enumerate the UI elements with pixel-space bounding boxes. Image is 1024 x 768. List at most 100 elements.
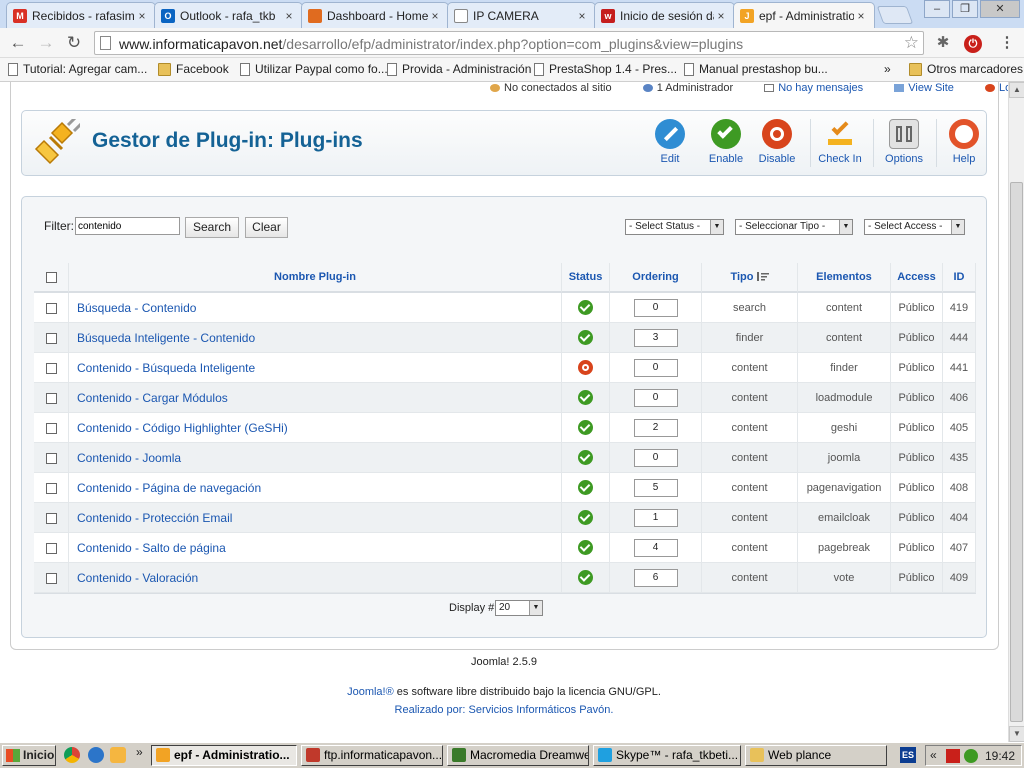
taskbar-item[interactable]: Web plance (745, 745, 887, 766)
plugin-name-link[interactable]: Contenido - Salto de página (69, 533, 562, 563)
plugin-name-link[interactable]: Contenido - Joomla (69, 443, 562, 473)
browser-tab[interactable]: Jepf - Administratio × (733, 2, 875, 29)
enabled-status-icon[interactable] (578, 510, 593, 526)
ordering-input[interactable]: 4 (633, 538, 678, 557)
joomla-link[interactable]: Joomla!® (347, 686, 394, 698)
filter-input[interactable] (75, 217, 180, 235)
access-select[interactable]: - Select Access - ▼ (864, 219, 965, 235)
language-indicator[interactable]: ES (900, 747, 916, 763)
enabled-status-icon[interactable] (578, 540, 593, 556)
enabled-status-icon[interactable] (578, 570, 593, 586)
scroll-down-icon[interactable]: ▼ (1009, 726, 1024, 742)
menu-icon[interactable]: ⋮ (996, 32, 1018, 54)
close-tab-icon[interactable]: × (135, 9, 149, 23)
checkin-button[interactable]: Check In (812, 117, 868, 173)
row-checkbox[interactable] (45, 542, 57, 554)
quicklaunch-overflow-icon[interactable]: » (136, 745, 143, 759)
show-desktop-icon[interactable] (110, 747, 126, 763)
select-all-checkbox[interactable] (45, 271, 57, 283)
ordering-input[interactable]: 6 (633, 568, 678, 587)
bookmark-item[interactable]: Tutorial: Agregar cam... (8, 62, 147, 76)
close-tab-icon[interactable]: × (282, 9, 296, 23)
column-header-tipo[interactable]: Tipo (702, 263, 798, 293)
bookmark-item[interactable]: Provida - Administración (387, 62, 531, 76)
enabled-status-icon[interactable] (578, 390, 593, 406)
ordering-input[interactable]: 0 (633, 448, 678, 467)
extension-icon[interactable]: ✱ (932, 32, 954, 54)
status-select[interactable]: - Select Status - ▼ (625, 219, 724, 235)
view-site-link[interactable]: View Site (908, 82, 954, 94)
close-tab-icon[interactable]: × (575, 9, 589, 23)
page-scrollbar[interactable]: ▲ ▼ (1008, 82, 1024, 742)
bookmarks-overflow-icon[interactable]: » (884, 62, 891, 76)
plugin-name-link[interactable]: Contenido - Valoración (69, 563, 562, 593)
row-checkbox[interactable] (45, 512, 57, 524)
close-tab-icon[interactable]: × (714, 9, 728, 23)
scrollbar-thumb[interactable] (1010, 182, 1023, 722)
logout-link[interactable]: Log out (999, 82, 1008, 94)
other-bookmarks-folder[interactable]: Otros marcadores (909, 62, 1023, 76)
chrome-quicklaunch-icon[interactable] (64, 747, 80, 763)
help-button[interactable]: Help (936, 117, 992, 173)
plugin-name-link[interactable]: Búsqueda - Contenido (69, 293, 562, 323)
display-count-select[interactable]: 20 ▼ (495, 600, 543, 616)
bookmark-item[interactable]: Utilizar Paypal como fo... (240, 62, 388, 76)
column-header-ordering[interactable]: Ordering (610, 263, 702, 293)
maximize-button[interactable]: ❐ (952, 0, 978, 18)
enabled-status-icon[interactable] (578, 480, 593, 496)
start-button[interactable]: Inicio (2, 745, 56, 766)
browser-tab[interactable]: w Inicio de sesión da × (594, 2, 735, 28)
enabled-status-icon[interactable] (578, 330, 593, 346)
close-tab-icon[interactable]: × (428, 9, 442, 23)
ordering-input[interactable]: 5 (633, 478, 678, 497)
ordering-input[interactable]: 0 (633, 358, 678, 377)
clear-button[interactable]: Clear (245, 217, 288, 238)
browser-tab[interactable]: IP CAMERA × (447, 2, 596, 28)
plugin-name-link[interactable]: Contenido - Página de navegación (69, 473, 562, 503)
taskbar-item[interactable]: Skype™ - rafa_tkbeti... (593, 745, 741, 766)
browser-tab[interactable]: Dashboard - Home × (301, 2, 449, 28)
row-checkbox[interactable] (45, 452, 57, 464)
browser-tab[interactable]: M Recibidos - rafasim × (6, 2, 156, 28)
row-checkbox[interactable] (45, 362, 57, 374)
browser-tab[interactable]: O Outlook - rafa_tkb × (154, 2, 303, 28)
credit-link[interactable]: Servicios Informáticos Pavón. (469, 704, 614, 716)
bookmark-star-icon[interactable]: ☆ (904, 33, 919, 53)
ordering-input[interactable]: 3 (633, 328, 678, 347)
bookmark-item[interactable]: Facebook (158, 62, 229, 76)
column-header-name[interactable]: Nombre Plug-in (69, 263, 562, 293)
disable-button[interactable]: Disable (749, 117, 805, 173)
enabled-status-icon[interactable] (578, 300, 593, 316)
plugin-name-link[interactable]: Contenido - Cargar Módulos (69, 383, 562, 413)
plugin-name-link[interactable]: Contenido - Código Highlighter (GeSHi) (69, 413, 562, 443)
plugin-name-link[interactable]: Contenido - Búsqueda Inteligente (69, 353, 562, 383)
column-header-elementos[interactable]: Elementos (798, 263, 891, 293)
close-tab-icon[interactable]: × (854, 9, 868, 23)
row-checkbox[interactable] (45, 422, 57, 434)
search-button[interactable]: Search (185, 217, 239, 238)
type-select[interactable]: - Seleccionar Tipo - ▼ (735, 219, 853, 235)
close-window-button[interactable]: ✕ (980, 0, 1020, 18)
address-bar[interactable]: www.informaticapavon.net/desarrollo/efp/… (94, 31, 924, 55)
enabled-status-icon[interactable] (578, 420, 593, 436)
column-header-access[interactable]: Access (891, 263, 943, 293)
antivirus-tray-icon[interactable] (946, 749, 960, 763)
ordering-input[interactable]: 1 (633, 508, 678, 527)
enabled-status-icon[interactable] (578, 450, 593, 466)
new-tab-button[interactable] (876, 6, 914, 24)
disabled-status-icon[interactable] (578, 360, 593, 376)
taskbar-item[interactable]: ftp.informaticapavon.... (301, 745, 443, 766)
column-header-status[interactable]: Status (562, 263, 610, 293)
enable-button[interactable]: Enable (698, 117, 754, 173)
row-checkbox[interactable] (45, 392, 57, 404)
taskbar-item[interactable]: Macromedia Dreamwe... (447, 745, 589, 766)
network-tray-icon[interactable] (964, 749, 978, 763)
row-checkbox[interactable] (45, 482, 57, 494)
ordering-input[interactable]: 0 (633, 298, 678, 317)
taskbar-item[interactable]: epf - Administratio... (151, 745, 297, 766)
messages-link[interactable]: No hay mensajes (778, 82, 863, 94)
bookmark-item[interactable]: Manual prestashop bu... (684, 62, 828, 76)
row-checkbox[interactable] (45, 332, 57, 344)
ordering-input[interactable]: 0 (633, 388, 678, 407)
ordering-input[interactable]: 2 (633, 418, 678, 437)
